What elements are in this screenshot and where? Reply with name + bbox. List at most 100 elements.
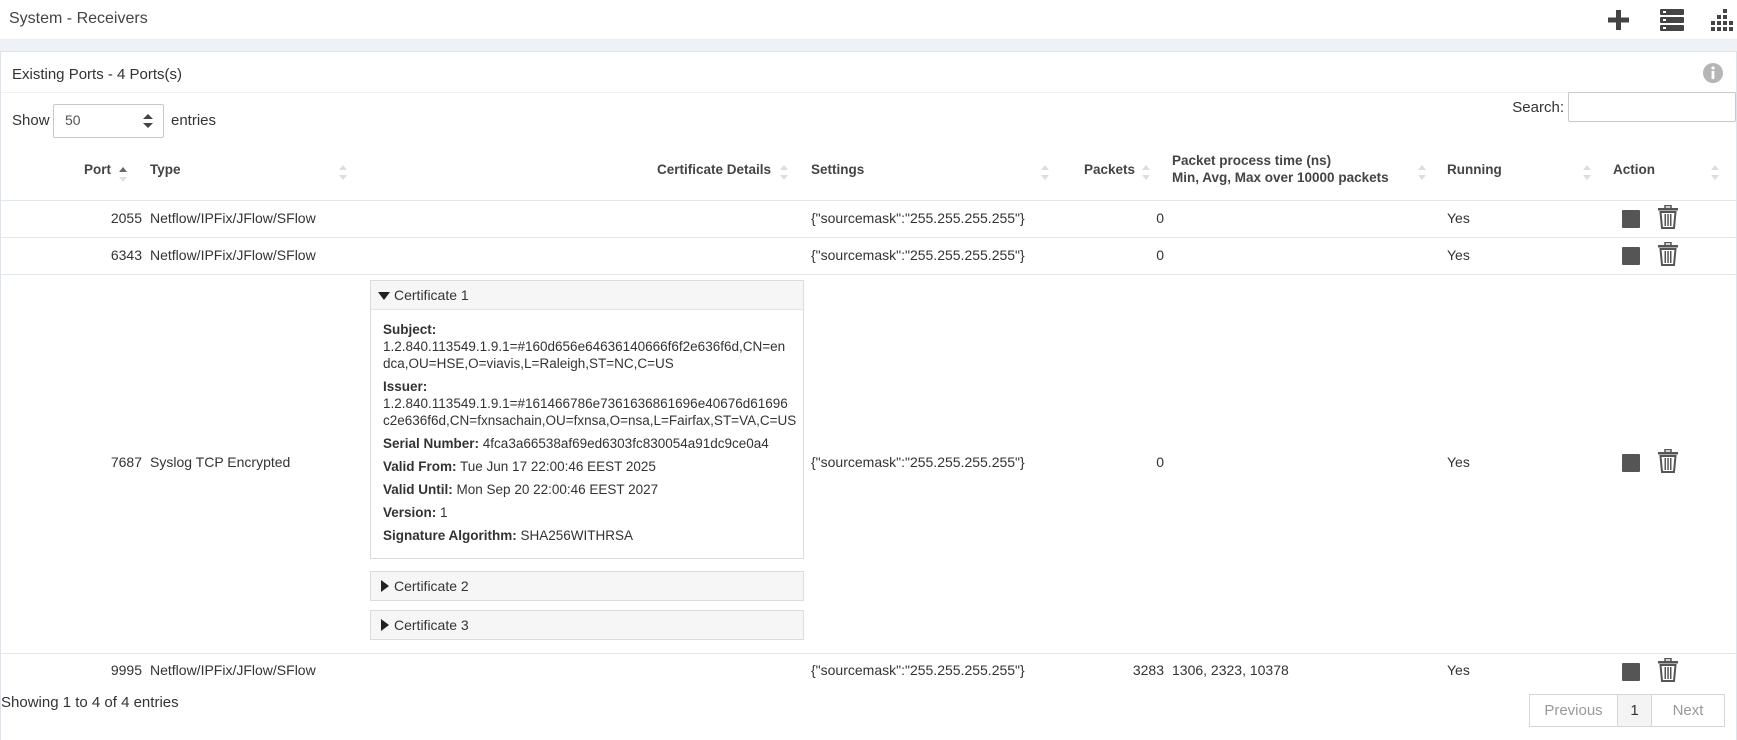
row-divider — [1, 274, 1736, 275]
row-divider — [1, 237, 1736, 238]
search-input[interactable] — [1568, 92, 1736, 122]
caret-right-icon — [381, 580, 389, 592]
port-cell: 7687 — [110, 454, 142, 470]
settings-cell: {"sourcemask":"255.255.255.255"} — [811, 247, 1025, 263]
trash-icon[interactable] — [1657, 449, 1679, 473]
certificate-2-toggle[interactable]: Certificate 2 — [371, 572, 803, 600]
trash-icon[interactable] — [1657, 658, 1679, 682]
certificate-title: Certificate 2 — [394, 578, 469, 594]
sort-icon[interactable] — [1583, 165, 1591, 181]
type-cell: Syslog TCP Encrypted — [150, 454, 291, 470]
sort-updown-icon — [143, 114, 153, 128]
col-header-action[interactable]: Action — [1613, 162, 1655, 177]
valid-from-value: Tue Jun 17 22:00:46 EEST 2025 — [460, 459, 656, 474]
col-header-port[interactable]: Port — [84, 162, 111, 177]
caret-down-icon — [378, 292, 390, 300]
stop-button[interactable] — [1622, 210, 1640, 228]
pagination: Previous 1 Next — [1529, 694, 1725, 727]
serial-label: Serial Number: — [383, 436, 480, 451]
packets-cell: 0 — [1156, 247, 1164, 263]
version-label: Version: — [383, 505, 437, 520]
next-button[interactable]: Next — [1651, 694, 1725, 727]
issuer-value-line2: c2e636f6d,CN=fxnsachain,OU=fxnsa,O=nsa,L… — [383, 413, 797, 428]
col-header-running[interactable]: Running — [1447, 162, 1502, 177]
stop-button[interactable] — [1622, 663, 1640, 681]
port-cell: 6343 — [110, 247, 142, 263]
info-icon[interactable] — [1702, 62, 1724, 84]
col-header-type[interactable]: Type — [150, 162, 181, 177]
valid-from-field: Valid From: Tue Jun 17 22:00:46 EEST 202… — [383, 458, 792, 475]
trash-icon[interactable] — [1657, 205, 1679, 229]
valid-until-label: Valid Until: — [383, 482, 453, 497]
subject-field: Subject: 1.2.840.113549.1.9.1=#160d656e6… — [383, 321, 792, 372]
certificate-title: Certificate 1 — [394, 287, 469, 303]
certificate-title: Certificate 3 — [394, 617, 469, 633]
certificate-3-details: Certificate 3 — [370, 610, 804, 640]
serial-field: Serial Number: 4fca3a66538af69ed6303fc83… — [383, 435, 792, 452]
col-header-ppt[interactable]: Packet process time (ns) — [1172, 153, 1331, 168]
settings-cell: {"sourcemask":"255.255.255.255"} — [811, 454, 1025, 470]
ports-panel: Existing Ports - 4 Ports(s) Show 50 entr… — [0, 51, 1737, 740]
packets-cell: 3283 — [1132, 662, 1164, 678]
page-1-button[interactable]: 1 — [1617, 694, 1652, 727]
port-cell: 9995 — [110, 662, 142, 678]
stop-button[interactable] — [1622, 454, 1640, 472]
entries-select[interactable]: 50 — [53, 104, 164, 138]
header-divider-line — [1, 200, 1736, 201]
valid-until-field: Valid Until: Mon Sep 20 22:00:46 EEST 20… — [383, 481, 792, 498]
serial-value: 4fca3a66538af69ed6303fc830054a91dc9ce0a4 — [482, 436, 769, 451]
col-header-certificate[interactable]: Certificate Details — [657, 162, 771, 177]
type-cell: Netflow/IPFix/JFlow/SFlow — [150, 247, 316, 263]
previous-button[interactable]: Previous — [1529, 694, 1618, 727]
certificate-2-details: Certificate 2 — [370, 571, 804, 601]
valid-until-value: Mon Sep 20 22:00:46 EEST 2027 — [456, 482, 659, 497]
sort-icon[interactable] — [1142, 165, 1150, 181]
running-cell: Yes — [1447, 454, 1470, 470]
server-list-icon[interactable] — [1657, 6, 1687, 34]
sort-icon[interactable] — [1041, 165, 1049, 181]
table-info: Showing 1 to 4 of 4 entries — [1, 694, 179, 711]
page-title: System - Receivers — [9, 10, 148, 27]
search-label: Search: — [1512, 99, 1564, 116]
type-cell: Netflow/IPFix/JFlow/SFlow — [150, 662, 316, 678]
running-cell: Yes — [1447, 210, 1470, 226]
entries-label: entries — [171, 112, 217, 129]
signature-algorithm-label: Signature Algorithm: — [383, 528, 517, 543]
sort-icon[interactable] — [1418, 165, 1426, 181]
running-cell: Yes — [1447, 662, 1470, 678]
version-field: Version: 1 — [383, 504, 792, 521]
certificate-1-toggle[interactable]: Certificate 1 — [371, 281, 803, 310]
caret-right-icon — [381, 619, 389, 631]
header-divider — [0, 40, 1737, 51]
trash-icon[interactable] — [1657, 242, 1679, 266]
sort-icon[interactable] — [1711, 165, 1719, 181]
col-header-ppt-sub: Min, Avg, Max over 10000 packets — [1172, 170, 1389, 185]
sort-icon[interactable] — [339, 165, 347, 181]
version-value: 1 — [440, 505, 448, 520]
settings-cell: {"sourcemask":"255.255.255.255"} — [811, 210, 1025, 226]
issuer-value-line1: 1.2.840.113549.1.9.1=#161466786e73616368… — [383, 396, 788, 411]
issuer-field: Issuer: 1.2.840.113549.1.9.1=#161466786e… — [383, 378, 796, 429]
row-divider — [1, 653, 1736, 654]
certificate-1-body: Subject: 1.2.840.113549.1.9.1=#160d656e6… — [371, 310, 803, 558]
type-cell: Netflow/IPFix/JFlow/SFlow — [150, 210, 316, 226]
stop-button[interactable] — [1622, 247, 1640, 265]
subject-value-line1: 1.2.840.113549.1.9.1=#160d656e6463614066… — [383, 339, 786, 354]
plus-icon[interactable] — [1603, 6, 1633, 34]
certificate-3-toggle[interactable]: Certificate 3 — [371, 611, 803, 639]
signature-algorithm-field: Signature Algorithm: SHA256WITHRSA — [383, 527, 792, 544]
running-cell: Yes — [1447, 247, 1470, 263]
subject-value-line2: dca,OU=HSE,O=viavis,L=Raleigh,ST=NC,C=US — [383, 356, 674, 371]
panel-title: Existing Ports - 4 Ports(s) — [12, 66, 183, 83]
sort-icon[interactable] — [780, 165, 788, 181]
col-header-packets[interactable]: Packets — [1084, 162, 1135, 177]
valid-from-label: Valid From: — [383, 459, 457, 474]
sort-asc-icon[interactable] — [119, 167, 127, 183]
bars-chart-icon[interactable] — [1705, 6, 1735, 34]
port-cell: 2055 — [110, 210, 142, 226]
certificate-1-details: Certificate 1 Subject: 1.2.840.113549.1.… — [370, 280, 804, 559]
ppt-cell: 1306, 2323, 10378 — [1172, 662, 1289, 678]
entries-select-value: 50 — [65, 112, 81, 128]
col-header-settings[interactable]: Settings — [811, 162, 864, 177]
subject-label: Subject: — [383, 322, 437, 337]
